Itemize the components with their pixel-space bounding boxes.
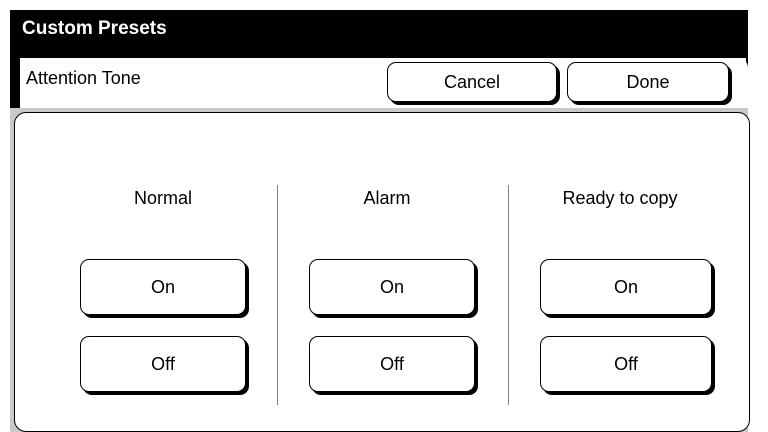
column-divider bbox=[277, 185, 278, 405]
cancel-button-label: Cancel bbox=[443, 71, 501, 92]
column-divider bbox=[508, 185, 509, 405]
alarm-label: Alarm bbox=[363, 188, 411, 208]
ready-to-copy-off-label: Off bbox=[614, 353, 638, 374]
done-button[interactable]: Done bbox=[567, 62, 729, 102]
normal-label: Normal bbox=[133, 188, 192, 208]
section-title: Attention Tone bbox=[26, 68, 141, 88]
done-button-label: Done bbox=[626, 71, 670, 92]
alarm-on-button[interactable]: On bbox=[309, 259, 475, 315]
ready-to-copy-label: Ready to copy bbox=[562, 188, 678, 208]
header-left-edge bbox=[10, 58, 20, 114]
screen-title: Custom Presets bbox=[22, 18, 167, 39]
custom-presets-screen: Custom Presets Attention Tone Cancel Don… bbox=[0, 0, 768, 432]
alarm-off-button[interactable]: Off bbox=[309, 336, 475, 392]
ready-to-copy-on-button[interactable]: On bbox=[540, 259, 712, 315]
ready-to-copy-off-button[interactable]: Off bbox=[540, 336, 712, 392]
normal-off-button[interactable]: Off bbox=[80, 336, 246, 392]
normal-off-label: Off bbox=[151, 353, 175, 374]
alarm-off-label: Off bbox=[380, 353, 404, 374]
cancel-button[interactable]: Cancel bbox=[387, 62, 557, 102]
normal-on-label: On bbox=[150, 276, 175, 297]
normal-on-button[interactable]: On bbox=[80, 259, 246, 315]
alarm-on-label: On bbox=[379, 276, 404, 297]
ready-to-copy-on-label: On bbox=[613, 276, 638, 297]
